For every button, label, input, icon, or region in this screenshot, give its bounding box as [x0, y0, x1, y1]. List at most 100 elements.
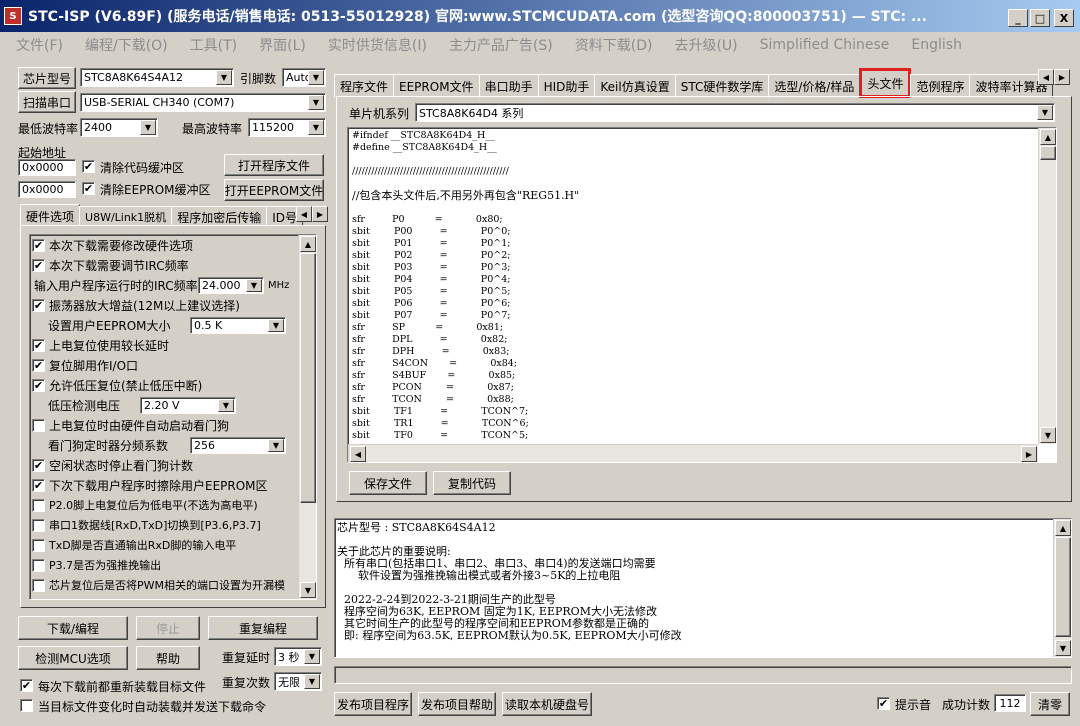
tab-serial-assistant[interactable]: 串口助手 — [478, 74, 539, 98]
pin-count-select[interactable]: Auto ▼ — [282, 68, 326, 87]
download-program-button[interactable]: 下载/编程 — [18, 616, 128, 640]
scan-port-button[interactable]: 扫描串口 — [18, 91, 76, 113]
menu-program[interactable]: 编程/下载(O) — [85, 35, 168, 55]
option-row[interactable]: TxD脚是否直通输出RxD脚的输入电平 — [32, 535, 300, 555]
option-row[interactable]: ✔ 下次下载用户程序时擦除用户EEPROM区 — [32, 475, 300, 495]
maximize-button[interactable]: □ — [1030, 9, 1050, 27]
menu-english[interactable]: English — [911, 37, 962, 53]
option-row[interactable]: ✔ 本次下载需要调节IRC频率 — [32, 255, 300, 275]
max-baud-select[interactable]: 115200 ▼ — [248, 118, 326, 137]
copy-code-button[interactable]: 复制代码 — [433, 471, 511, 495]
open-eeprom-file-button[interactable]: 打开EEPROM文件 — [224, 179, 324, 201]
menu-supply[interactable]: 实时供货信息(I) — [328, 35, 427, 55]
option-row[interactable]: ✔ 上电复位使用较长延时 — [32, 335, 300, 355]
option-checkbox[interactable] — [32, 418, 45, 432]
reload-before-download-checkbox[interactable]: ✔ — [20, 679, 33, 692]
menu-products[interactable]: 主力产品广告(S) — [449, 35, 553, 55]
eeprom-address-input[interactable]: 0x0000 — [18, 181, 76, 198]
chip-type-select[interactable]: STC8A8K64S4A12 ▼ — [80, 68, 234, 87]
option-checkbox[interactable] — [32, 538, 45, 552]
header-code-view[interactable]: #ifndef __STC8A8K64D4_H__ #define __STC8A… — [347, 127, 1057, 463]
option-checkbox[interactable]: ✔ — [32, 298, 45, 312]
option-row[interactable]: ✔ 本次下载需要修改硬件选项 — [32, 235, 300, 255]
option-row[interactable]: ✔ 振荡器放大增益(12M以上建议选择) — [32, 295, 300, 315]
scroll-down-icon[interactable]: ▼ — [1040, 427, 1056, 443]
scroll-thumb[interactable] — [1055, 537, 1071, 637]
scroll-left-icon[interactable]: ◀ — [350, 446, 366, 462]
auto-send-checkbox[interactable] — [20, 699, 33, 712]
option-checkbox[interactable] — [32, 518, 45, 532]
port-select[interactable]: USB-SERIAL CH340 (COM7) ▼ — [80, 93, 326, 112]
tab-scroll-right-icon[interactable]: ▶ — [312, 206, 328, 222]
option-checkbox[interactable] — [32, 578, 45, 592]
option-checkbox[interactable]: ✔ — [32, 358, 45, 372]
repeat-count-select[interactable]: 无限 ▼ — [274, 672, 322, 691]
option-row[interactable]: P2.0脚上电复位后为低电平(不选为高电平) — [32, 495, 300, 515]
option-select[interactable]: 2.20 V ▼ — [140, 396, 236, 414]
minimize-button[interactable]: _ — [1008, 9, 1028, 27]
menu-layout[interactable]: 界面(L) — [259, 35, 306, 55]
option-row[interactable]: ✔ 允许低压复位(禁止低压中断) — [32, 375, 300, 395]
close-button[interactable]: X — [1054, 9, 1074, 27]
option-row[interactable]: 串口1数据线[RxD,TxD]切换到[P3.6,P3.7] — [32, 515, 300, 535]
scroll-down-icon[interactable]: ▼ — [1055, 640, 1071, 656]
option-select[interactable]: 0.5 K ▼ — [190, 316, 286, 334]
option-checkbox[interactable]: ✔ — [32, 238, 45, 252]
scroll-thumb[interactable] — [1040, 146, 1056, 160]
clear-count-button[interactable]: 清零 — [1030, 692, 1070, 716]
open-program-file-button[interactable]: 打开程序文件 — [224, 154, 324, 176]
tab-u8w-offline[interactable]: U8W/Link1脱机 — [79, 206, 173, 226]
publish-help-button[interactable]: 发布项目帮助 — [418, 692, 496, 716]
scroll-thumb[interactable] — [300, 253, 316, 503]
menu-file[interactable]: 文件(F) — [16, 35, 63, 55]
tab-scroll-left-icon[interactable]: ◀ — [1038, 69, 1054, 85]
option-select[interactable]: 256 ▼ — [190, 436, 286, 454]
option-row[interactable]: ✔ 复位脚用作I/O口 — [32, 355, 300, 375]
clear-eeprom-checkbox[interactable]: ✔ — [82, 182, 95, 195]
tab-eeprom-file[interactable]: EEPROM文件 — [393, 74, 480, 98]
option-row[interactable]: ✔ 空闲状态时停止看门狗计数 — [32, 455, 300, 475]
repeat-delay-select[interactable]: 3 秒 ▼ — [274, 647, 322, 666]
scroll-up-icon[interactable]: ▲ — [300, 236, 316, 252]
scroll-down-icon[interactable]: ▼ — [300, 582, 316, 598]
scroll-up-icon[interactable]: ▲ — [1055, 520, 1071, 536]
tab-encrypted-transfer[interactable]: 程序加密后传输 — [171, 206, 268, 226]
clear-code-checkbox[interactable]: ✔ — [82, 160, 95, 173]
option-row[interactable]: P3.7是否为强推挽输出 — [32, 555, 300, 575]
tab-math-library[interactable]: STC硬件数学库 — [674, 74, 770, 98]
save-file-button[interactable]: 保存文件 — [349, 471, 427, 495]
tab-header-file[interactable]: 头文件 — [859, 68, 912, 98]
tab-scroll-right-icon[interactable]: ▶ — [1054, 69, 1070, 85]
option-checkbox[interactable] — [32, 498, 45, 512]
check-mcu-button[interactable]: 检测MCU选项 — [18, 646, 128, 670]
scroll-right-icon[interactable]: ▶ — [1021, 446, 1037, 462]
info-scrollbar[interactable]: ▲ ▼ — [1053, 519, 1071, 657]
code-address-input[interactable]: 0x0000 — [18, 159, 76, 176]
option-select[interactable]: 24.000 ▼ — [198, 276, 264, 294]
option-checkbox[interactable]: ✔ — [32, 458, 45, 472]
menu-chinese[interactable]: Simplified Chinese — [760, 37, 890, 53]
options-scrollbar[interactable]: ▲ ▼ — [298, 235, 316, 599]
scroll-up-icon[interactable]: ▲ — [1040, 129, 1056, 145]
min-baud-select[interactable]: 2400 ▼ — [80, 118, 158, 137]
tab-examples[interactable]: 范例程序 — [910, 74, 971, 98]
sound-checkbox[interactable]: ✔ — [877, 697, 890, 710]
option-checkbox[interactable]: ✔ — [32, 378, 45, 392]
tab-program-file[interactable]: 程序文件 — [334, 74, 395, 98]
option-checkbox[interactable]: ✔ — [32, 338, 45, 352]
option-row[interactable]: 输入用户程序运行时的IRC频率 24.000 ▼ MHz — [32, 275, 300, 295]
option-row[interactable]: 芯片复位后是否将PWM相关的端口设置为开漏模 — [32, 575, 300, 595]
option-row[interactable]: 低压检测电压 2.20 V ▼ — [32, 395, 300, 415]
menu-upgrade[interactable]: 去升级(U) — [674, 35, 737, 55]
repeat-program-button[interactable]: 重复编程 — [208, 616, 318, 640]
code-horizontal-scrollbar[interactable]: ◀ ▶ — [348, 444, 1038, 462]
stop-button[interactable]: 停止 — [136, 616, 200, 640]
chip-info-box[interactable]: 芯片型号 : STC8A8K64S4A12 关于此芯片的重要说明: 所有串口(包括… — [334, 518, 1072, 658]
chip-type-button[interactable]: 芯片型号 — [18, 67, 76, 89]
menu-tools[interactable]: 工具(T) — [190, 35, 237, 55]
option-row[interactable]: 上电复位时由硬件自动启动看门狗 — [32, 415, 300, 435]
help-button[interactable]: 帮助 — [136, 646, 200, 670]
menu-download[interactable]: 资料下载(D) — [575, 35, 653, 55]
code-vertical-scrollbar[interactable]: ▲ ▼ — [1038, 128, 1056, 444]
option-checkbox[interactable]: ✔ — [32, 258, 45, 272]
